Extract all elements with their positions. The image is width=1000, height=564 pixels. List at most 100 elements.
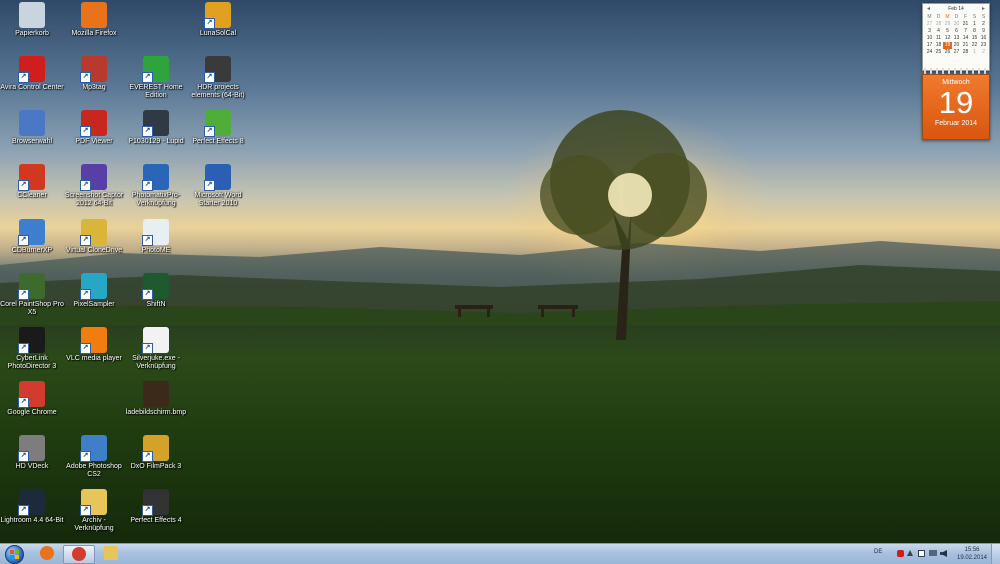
cdburnerxp-icon: ↗	[18, 219, 45, 246]
desktop-icon[interactable]: Papierkorb	[0, 0, 64, 38]
calendar-day[interactable]: 10	[925, 35, 934, 42]
desktop-icon[interactable]: ↗ Screenshot Captor 2012 64-Bit	[62, 162, 126, 208]
calendar-day[interactable]: 13	[952, 35, 961, 42]
desktop-icon[interactable]: ↗ PhotoME	[124, 217, 188, 255]
prev-month-icon[interactable]: ◂	[927, 4, 930, 14]
calendar-day[interactable]: 1	[970, 49, 979, 56]
calendar-day[interactable]: 8	[970, 28, 979, 35]
calendar-day[interactable]: 15	[970, 35, 979, 42]
shortcut-arrow-icon: ↗	[142, 126, 153, 137]
desktop-icon-label: PhotoME	[141, 247, 171, 254]
desktop-icon[interactable]: ↗ Corel PaintShop Pro X5	[0, 271, 64, 317]
lightroom-icon: ↗	[18, 489, 45, 516]
calendar-gadget-month[interactable]: ◂ Feb 14 ▸ M D M D F S S 27 28 29 30 31 1 2 3 4 5 6 7 8 9 10 1…	[922, 3, 990, 71]
desktop-icon[interactable]: ↗ Perfect Effects 8	[186, 108, 250, 146]
desktop-icon[interactable]: ↗ VLC media player	[62, 325, 126, 363]
vlc-icon: ↗	[80, 327, 107, 354]
desktop-icon[interactable]: ↗ Avira Control Center	[0, 54, 64, 92]
desktop-icon-label: Google Chrome	[7, 409, 57, 416]
desktop-icon[interactable]: ↗ P1030129 - Lupid	[124, 108, 188, 146]
calendar-day[interactable]: 16	[979, 35, 988, 42]
calendar-day[interactable]: 14	[961, 35, 970, 42]
desktop-icon[interactable]: ↗ DxO FilmPack 3	[124, 433, 188, 471]
calendar-day[interactable]: 2	[979, 49, 988, 56]
desktop-icon[interactable]: ↗ Perfect Effects 4	[124, 487, 188, 525]
chrome-icon	[72, 547, 86, 561]
desktop-icon[interactable]: ↗ CDBurnerXP	[0, 217, 64, 255]
desktop-icon-label: Browserwahl	[11, 138, 53, 145]
calendar-day[interactable]: 23	[979, 42, 988, 49]
calendar-day[interactable]: 31	[961, 21, 970, 28]
windows-logo-icon	[4, 545, 24, 564]
calendar-day[interactable]: 19	[943, 42, 952, 49]
photoshop-icon: ↗	[80, 435, 107, 462]
desktop-icon[interactable]: ↗ ShiftN	[124, 271, 188, 309]
desktop-icon[interactable]: Mozilla Firefox	[62, 0, 126, 38]
chrome-icon: ↗	[18, 381, 45, 408]
shortcut-arrow-icon: ↗	[142, 505, 153, 516]
desktop-icon[interactable]: Browserwahl	[0, 108, 64, 146]
calendar-day[interactable]: 27	[952, 49, 961, 56]
desktop-icon[interactable]: ↗ CCleaner	[0, 162, 64, 200]
shortcut-arrow-icon: ↗	[142, 235, 153, 246]
shortcut-arrow-icon: ↗	[80, 451, 91, 462]
desktop-icon[interactable]: ↗ PhotomatixPro-Verknüpfung	[124, 162, 188, 208]
desktop-icon[interactable]: ↗ Silverjuke.exe - Verknüpfung	[124, 325, 188, 371]
desktop-icon-label: Screenshot Captor 2012 64-Bit	[64, 192, 124, 207]
calendar-day[interactable]: 21	[961, 42, 970, 49]
calendar-day[interactable]: 27	[925, 21, 934, 28]
calendar-day[interactable]: 1	[970, 21, 979, 28]
flag-icon[interactable]	[918, 550, 925, 557]
avira-tray-icon[interactable]	[897, 550, 904, 557]
calendar-day[interactable]: 20	[952, 42, 961, 49]
taskbar-button[interactable]	[63, 545, 95, 564]
desktop-icon[interactable]: ↗ CyberLink PhotoDirector 3	[0, 325, 64, 371]
calendar-day[interactable]: 17	[925, 42, 934, 49]
calendar-day[interactable]: 25	[934, 49, 943, 56]
calendar-gadget-day[interactable]: Mittwoch 19 Februar 2014	[922, 74, 990, 140]
shortcut-arrow-icon: ↗	[204, 180, 215, 191]
calendar-day[interactable]: 4	[934, 28, 943, 35]
calendar-day[interactable]: 6	[952, 28, 961, 35]
calendar-day[interactable]: 29	[943, 21, 952, 28]
desktop-icon[interactable]: ↗ HDR projects elements (64-Bit)	[186, 54, 250, 100]
desktop-icon[interactable]: ↗ Virtual CloneDrive	[62, 217, 126, 255]
calendar-day[interactable]: 9	[979, 28, 988, 35]
language-indicator[interactable]: DE	[874, 549, 882, 555]
desktop-icon[interactable]: ↗ LunaSolCal	[186, 0, 250, 38]
desktop-icon[interactable]: ↗ Archiv - Verknüpfung	[62, 487, 126, 533]
calendar-day[interactable]: 2	[979, 21, 988, 28]
show-desktop-button[interactable]	[991, 544, 1000, 564]
calendar-day[interactable]: 11	[934, 35, 943, 42]
desktop-icon[interactable]: ↗ Microsoft Word Starter 2010	[186, 162, 250, 208]
calendar-day[interactable]: 28	[934, 21, 943, 28]
next-month-icon[interactable]: ▸	[982, 4, 985, 14]
calendar-day[interactable]: 3	[925, 28, 934, 35]
calendar-day[interactable]: 5	[943, 28, 952, 35]
start-button[interactable]	[3, 544, 25, 564]
desktop-icon[interactable]: ↗ EVEREST Home Edition	[124, 54, 188, 100]
clock[interactable]: 15:56 19.02.2014	[952, 546, 992, 562]
calendar-day[interactable]: 26	[943, 49, 952, 56]
desktop-icon[interactable]: ↗ Lightroom 4.4 64-Bit	[0, 487, 64, 525]
taskbar-button[interactable]	[96, 545, 126, 562]
desktop-icon[interactable]: ↗ PDF Viewer	[62, 108, 126, 146]
desktop-icon[interactable]: ↗ PixelSampler	[62, 271, 126, 309]
weekday-header: M	[927, 14, 932, 20]
calendar-day[interactable]: 30	[952, 21, 961, 28]
calendar-day[interactable]: 22	[970, 42, 979, 49]
calendar-day[interactable]: 28	[961, 49, 970, 56]
calendar-day[interactable]: 24	[925, 49, 934, 56]
arrow-tray-icon[interactable]	[907, 550, 913, 556]
desktop-icon[interactable]: ↗ Google Chrome	[0, 379, 64, 417]
network-icon[interactable]	[929, 550, 937, 556]
calendar-day[interactable]: 18	[934, 42, 943, 49]
volume-icon[interactable]	[940, 550, 947, 557]
taskbar-button[interactable]	[32, 545, 62, 562]
desktop-icon[interactable]: ↗ Adobe Photoshop CS2	[62, 433, 126, 479]
desktop-icon[interactable]: ladebildschirm.bmp	[124, 379, 188, 417]
calendar-day[interactable]: 7	[961, 28, 970, 35]
calendar-day[interactable]: 12	[943, 35, 952, 42]
desktop-icon[interactable]: ↗ Mp3tag	[62, 54, 126, 92]
desktop-icon[interactable]: ↗ HD VDeck	[0, 433, 64, 471]
